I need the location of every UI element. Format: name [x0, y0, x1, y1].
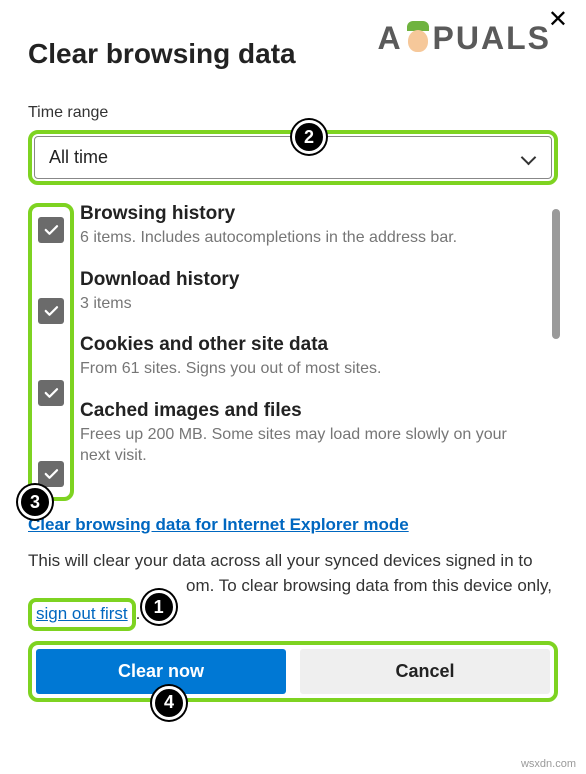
check-icon [42, 221, 60, 239]
checkbox-download-history[interactable] [38, 298, 64, 324]
ie-mode-link[interactable]: Clear browsing data for Internet Explore… [28, 515, 409, 535]
button-row-highlight: Clear now Cancel 4 [28, 641, 558, 702]
clear-browsing-data-dialog: ✕ APUALS Clear browsing data Time range … [0, 0, 586, 774]
time-range-value: All time [49, 147, 108, 168]
dialog-title: Clear browsing data [28, 38, 558, 70]
item-desc: Frees up 200 MB. Some sites may load mor… [80, 424, 538, 467]
time-range-select[interactable]: All time [34, 136, 552, 179]
item-desc: 6 items. Includes autocompletions in the… [80, 227, 538, 249]
item-desc: From 61 sites. Signs you out of most sit… [80, 358, 538, 380]
check-icon [42, 465, 60, 483]
clear-now-button[interactable]: Clear now [36, 649, 286, 694]
checkbox-cached[interactable] [38, 461, 64, 487]
item-title: Cached images and files [80, 400, 538, 422]
signout-highlight: sign out first1 [28, 598, 136, 631]
chevron-down-icon [521, 150, 537, 166]
time-range-highlight: All time 2 [28, 130, 558, 185]
checkbox-cookies[interactable] [38, 380, 64, 406]
annotation-marker-1: 1 [142, 590, 176, 624]
redacted-email [28, 578, 186, 594]
source-attribution: wsxdn.com [521, 758, 576, 770]
check-icon [42, 384, 60, 402]
scrollbar-thumb[interactable] [552, 209, 560, 339]
item-title: Download history [80, 269, 538, 291]
list-item: Cookies and other site data From 61 site… [80, 334, 538, 380]
check-icon [42, 302, 60, 320]
item-title: Browsing history [80, 203, 538, 225]
item-title: Cookies and other site data [80, 334, 538, 356]
sign-out-link[interactable]: sign out first [36, 604, 128, 623]
list-item: Download history 3 items [80, 269, 538, 315]
time-range-label: Time range [28, 104, 558, 122]
list-item: Browsing history 6 items. Includes autoc… [80, 203, 538, 249]
cancel-button[interactable]: Cancel [300, 649, 550, 694]
item-desc: 3 items [80, 293, 538, 315]
list-item: Cached images and files Frees up 200 MB.… [80, 400, 538, 467]
checkbox-browsing-history[interactable] [38, 217, 64, 243]
close-icon[interactable]: ✕ [548, 8, 568, 32]
checkbox-column-highlight [28, 203, 74, 501]
data-type-list: Browsing history 6 items. Includes autoc… [28, 203, 558, 501]
sync-warning-text: This will clear your data across all you… [28, 549, 558, 631]
